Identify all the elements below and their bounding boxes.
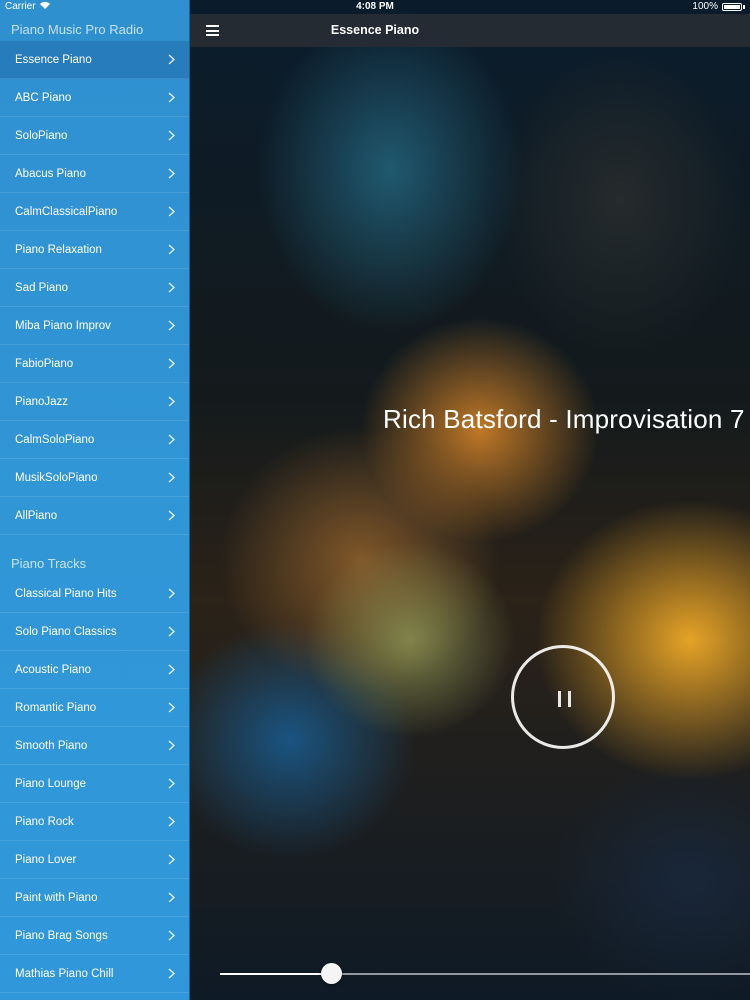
- chevron-right-icon: [161, 206, 181, 217]
- sidebar-item-label: Essence Piano: [15, 53, 92, 66]
- volume-slider[interactable]: [220, 963, 750, 984]
- chevron-right-icon: [161, 702, 181, 713]
- sidebar-item-label: Piano Lover: [15, 853, 77, 866]
- chevron-right-icon: [161, 778, 181, 789]
- page-title: Essence Piano: [330, 23, 420, 37]
- chevron-right-icon: [161, 358, 181, 369]
- player-view: Essence Piano Rich Batsford - Improvisat…: [190, 0, 750, 1000]
- sidebar-item-piano-brag-songs[interactable]: Piano Brag Songs: [0, 917, 189, 955]
- sidebar-item-calmsolopiano[interactable]: CalmSoloPiano: [0, 421, 189, 459]
- sidebar-item-label: Piano Brag Songs: [15, 929, 108, 942]
- sidebar-item-smooth-piano[interactable]: Smooth Piano: [0, 727, 189, 765]
- sidebar: Piano Music Pro Radio Essence Piano ABC Pi…: [0, 0, 190, 1000]
- sidebar-item-label: Romantic Piano: [15, 701, 97, 714]
- chevron-right-icon: [161, 626, 181, 637]
- volume-slider-thumb[interactable]: [321, 963, 343, 984]
- chevron-right-icon: [161, 282, 181, 293]
- sidebar-item-acoustic-piano[interactable]: Acoustic Piano: [0, 651, 189, 689]
- pause-button[interactable]: [511, 645, 615, 749]
- battery-icon: [722, 2, 742, 11]
- chevron-right-icon: [161, 434, 181, 445]
- volume-slider-fill: [220, 973, 332, 975]
- sidebar-section-header: Piano Tracks: [11, 556, 87, 571]
- chevron-right-icon: [161, 816, 181, 827]
- chevron-right-icon: [161, 54, 181, 65]
- sidebar-item-miba-piano-improv[interactable]: Miba Piano Improv: [0, 307, 189, 345]
- pause-icon-bar: [568, 691, 571, 707]
- chevron-right-icon: [161, 396, 181, 407]
- sidebar-item-fabiopiano[interactable]: FabioPiano: [0, 345, 189, 383]
- sidebar-item-label: Abacus Piano: [15, 167, 86, 180]
- sidebar-item-label: CalmClassicalPiano: [15, 205, 118, 218]
- sidebar-item-romantic-piano[interactable]: Romantic Piano: [0, 689, 189, 727]
- sidebar-item-label: Solo Piano Classics: [15, 625, 117, 638]
- sidebar-item-label: MusikSoloPiano: [15, 471, 98, 484]
- chevron-right-icon: [161, 168, 181, 179]
- chevron-right-icon: [161, 968, 181, 979]
- chevron-right-icon: [161, 854, 181, 865]
- sidebar-item-classical-piano-hits[interactable]: Classical Piano Hits: [0, 575, 189, 613]
- sidebar-item-solo-piano-classics[interactable]: Solo Piano Classics: [0, 613, 189, 651]
- sidebar-item-label: SoloPiano: [15, 129, 68, 142]
- status-time: 4:08 PM: [356, 1, 394, 12]
- sidebar-item-mathias-piano-chill[interactable]: Mathias Piano Chill: [0, 955, 189, 993]
- pause-icon: [558, 691, 561, 707]
- sidebar-item-sad-piano[interactable]: Sad Piano: [0, 269, 189, 307]
- sidebar-item-label: AllPiano: [15, 509, 58, 522]
- sidebar-item-label: Classical Piano Hits: [15, 587, 117, 600]
- chevron-right-icon: [161, 510, 181, 521]
- chevron-right-icon: [161, 320, 181, 331]
- navigation-bar: Essence Piano: [190, 14, 750, 47]
- chevron-right-icon: [161, 92, 181, 103]
- sidebar-item-allpiano[interactable]: AllPiano: [0, 497, 189, 535]
- sidebar-item-label: PianoJazz: [15, 395, 69, 408]
- sidebar-item-piano-relaxation[interactable]: Piano Relaxation: [0, 231, 189, 269]
- battery-percent: 100%: [692, 1, 718, 12]
- chevron-right-icon: [161, 244, 181, 255]
- sidebar-item-piano-lounge[interactable]: Piano Lounge: [0, 765, 189, 803]
- sidebar-item-essence-piano[interactable]: Essence Piano: [0, 41, 189, 79]
- sidebar-item-abacus-piano[interactable]: Abacus Piano: [0, 155, 189, 193]
- sidebar-item-label: CalmSoloPiano: [15, 433, 95, 446]
- sidebar-section-header: Piano Music Pro Radio: [11, 22, 144, 37]
- sidebar-item-label: Smooth Piano: [15, 739, 88, 752]
- chevron-right-icon: [161, 588, 181, 599]
- sidebar-item-musiksolopiano[interactable]: MusikSoloPiano: [0, 459, 189, 497]
- sidebar-item-label: FabioPiano: [15, 357, 74, 370]
- sidebar-item-label: Piano Relaxation: [15, 243, 102, 256]
- sidebar-item-paint-with-piano[interactable]: Paint with Piano: [0, 879, 189, 917]
- sidebar-item-solopiano[interactable]: SoloPiano: [0, 117, 189, 155]
- status-bar: Carrier 4:08 PM 100%: [0, 0, 750, 14]
- sidebar-item-piano-rock[interactable]: Piano Rock: [0, 803, 189, 841]
- chevron-right-icon: [161, 664, 181, 675]
- chevron-right-icon: [161, 130, 181, 141]
- sidebar-item-label: Paint with Piano: [15, 891, 98, 904]
- sidebar-item-label: ABC Piano: [15, 91, 72, 104]
- sidebar-item-label: Sad Piano: [15, 281, 69, 294]
- sidebar-item-label: Acoustic Piano: [15, 663, 92, 676]
- now-playing-title: Rich Batsford - Improvisation 7: [383, 404, 745, 434]
- sidebar-item-pianojazz[interactable]: PianoJazz: [0, 383, 189, 421]
- sidebar-item-label: Mathias Piano Chill: [15, 967, 114, 980]
- sidebar-item-label: Piano Lounge: [15, 777, 86, 790]
- sidebar-item-label: Piano Rock: [15, 815, 74, 828]
- chevron-right-icon: [161, 930, 181, 941]
- sidebar-item-label: Miba Piano Improv: [15, 319, 111, 332]
- battery-nub: [743, 4, 745, 9]
- sidebar-item-calmclassicalpiano[interactable]: CalmClassicalPiano: [0, 193, 189, 231]
- chevron-right-icon: [161, 472, 181, 483]
- sidebar-item-abc-piano[interactable]: ABC Piano: [0, 79, 189, 117]
- chevron-right-icon: [161, 740, 181, 751]
- sidebar-item-piano-lover[interactable]: Piano Lover: [0, 841, 189, 879]
- chevron-right-icon: [161, 892, 181, 903]
